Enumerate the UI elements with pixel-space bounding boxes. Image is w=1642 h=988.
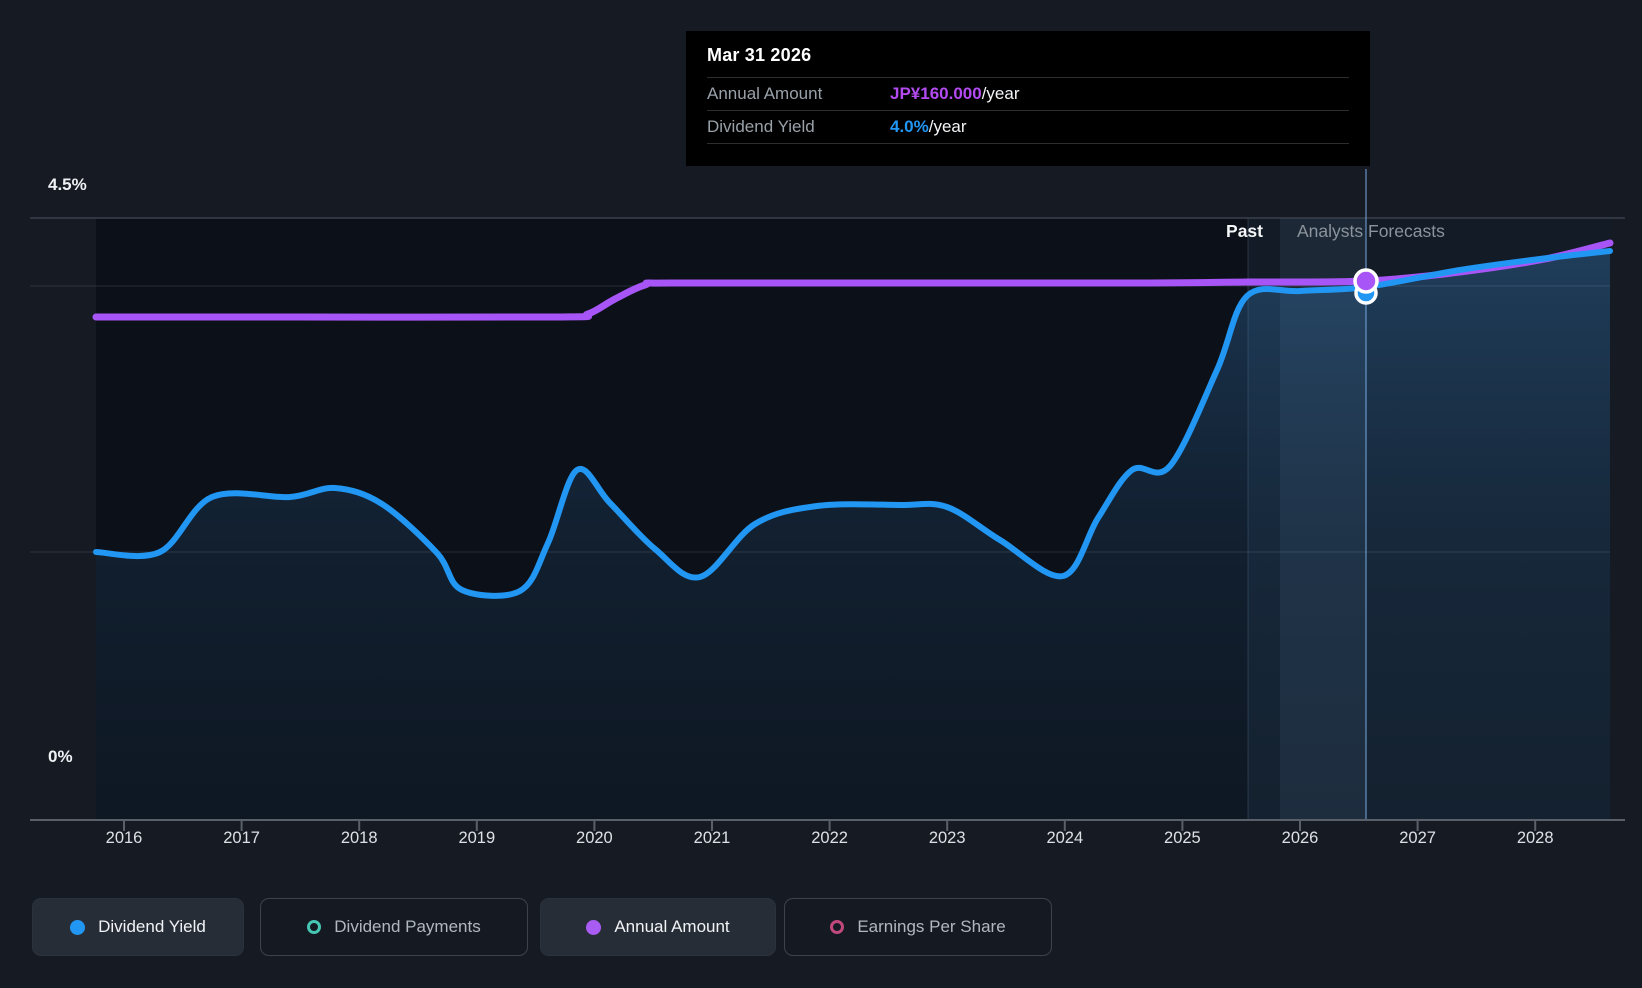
x-axis-tick-label: 2022 <box>811 829 848 847</box>
tooltip-value: 4.0% <box>890 117 929 136</box>
x-axis-tick-label: 2025 <box>1164 829 1201 847</box>
legend-label: Annual Amount <box>614 917 730 936</box>
chart-legend: Dividend Yield Dividend Payments Annual … <box>0 898 1642 956</box>
x-axis-tick-label: 2023 <box>928 829 966 847</box>
past-label: Past <box>1226 221 1263 241</box>
legend-label: Earnings Per Share <box>857 917 1006 936</box>
x-axis-tick-label: 2021 <box>693 829 731 847</box>
legend-dividend-yield-button[interactable]: Dividend Yield <box>32 898 244 956</box>
y-axis-label-top: 4.5% <box>48 175 87 194</box>
legend-label: Dividend Yield <box>98 917 206 936</box>
legend-dividend-payments-button[interactable]: Dividend Payments <box>260 898 528 956</box>
tooltip-row-dividend-yield: Dividend Yield 4.0%/year <box>707 111 1349 144</box>
x-axis-tick-label: 2026 <box>1281 829 1319 847</box>
x-axis-tick-label: 2016 <box>105 829 143 847</box>
tooltip-value: JP¥160.000 <box>890 84 982 103</box>
legend-label: Dividend Payments <box>334 917 481 936</box>
chart-tooltip: Mar 31 2026 Annual Amount JP¥160.000/yea… <box>686 31 1370 166</box>
earnings-per-share-swatch-icon <box>830 920 845 934</box>
tooltip-value-suffix: /year <box>928 117 967 136</box>
marker-annual-amount[interactable] <box>1353 268 1379 294</box>
x-axis-tick-label: 2019 <box>458 829 496 847</box>
dividend-history-chart: Mar 31 2026 Annual Amount JP¥160.000/yea… <box>0 0 1642 988</box>
x-axis-tick-label: 2017 <box>223 829 260 847</box>
y-axis-label-bottom: 0% <box>48 747 73 766</box>
tooltip-label: Dividend Yield <box>707 117 815 136</box>
dividend-payments-swatch-icon <box>307 920 322 934</box>
annual-amount-swatch-icon <box>586 919 602 935</box>
x-axis-tick-label: 2027 <box>1399 829 1436 847</box>
tooltip-row-annual-amount: Annual Amount JP¥160.000/year <box>707 78 1349 111</box>
x-axis-tick-label: 2018 <box>340 829 378 847</box>
x-axis-tick-label: 2028 <box>1516 829 1554 847</box>
tooltip-date: Mar 31 2026 <box>707 31 1349 78</box>
dividend-yield-swatch-icon <box>70 919 86 935</box>
x-axis-tick-label: 2020 <box>576 829 613 847</box>
tooltip-value-suffix: /year <box>981 84 1020 103</box>
x-axis-tick-label: 2024 <box>1046 829 1084 847</box>
analysts-forecasts-label: Analysts Forecasts <box>1297 221 1445 241</box>
legend-annual-amount-button[interactable]: Annual Amount <box>540 898 776 956</box>
legend-earnings-per-share-button[interactable]: Earnings Per Share <box>784 898 1052 956</box>
tooltip-label: Annual Amount <box>707 84 823 103</box>
